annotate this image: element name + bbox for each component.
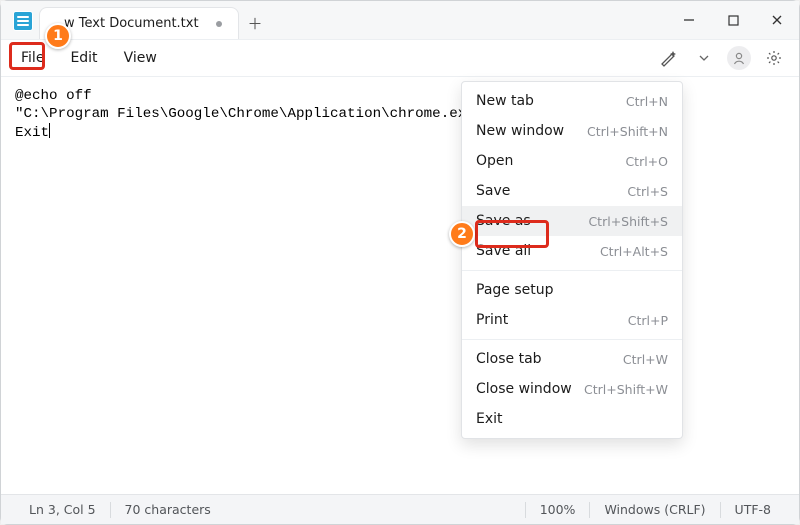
- menu-close-tab[interactable]: Close tab Ctrl+W: [462, 344, 682, 374]
- ai-rewrite-icon[interactable]: [655, 45, 681, 71]
- menu-edit[interactable]: Edit: [58, 45, 109, 71]
- close-button[interactable]: [755, 1, 799, 39]
- status-line-ending: Windows (CRLF): [590, 502, 719, 517]
- titlebar: w Text Document.txt ＋: [1, 1, 799, 39]
- tab-title: w Text Document.txt: [64, 16, 199, 31]
- file-menu-dropdown: New tab Ctrl+N New window Ctrl+Shift+N O…: [461, 81, 683, 439]
- status-zoom[interactable]: 100%: [526, 502, 590, 517]
- menu-file[interactable]: File: [9, 45, 56, 71]
- new-tab-button[interactable]: ＋: [239, 7, 271, 39]
- status-char-count: 70 characters: [111, 502, 225, 517]
- account-avatar-icon[interactable]: [727, 46, 751, 70]
- minimize-button[interactable]: [667, 1, 711, 39]
- menu-close-window[interactable]: Close window Ctrl+Shift+W: [462, 374, 682, 404]
- menubar: File Edit View: [1, 39, 799, 77]
- unsaved-indicator-icon: [216, 21, 222, 27]
- statusbar: Ln 3, Col 5 70 characters 100% Windows (…: [1, 494, 799, 524]
- status-encoding: UTF-8: [721, 502, 785, 517]
- menu-new-window[interactable]: New window Ctrl+Shift+N: [462, 116, 682, 146]
- menu-print[interactable]: Print Ctrl+P: [462, 305, 682, 335]
- document-tab[interactable]: w Text Document.txt: [39, 7, 239, 39]
- menu-save-as[interactable]: Save as Ctrl+Shift+S: [462, 206, 682, 236]
- menu-new-tab[interactable]: New tab Ctrl+N: [462, 86, 682, 116]
- menu-page-setup[interactable]: Page setup: [462, 275, 682, 305]
- app-window: w Text Document.txt ＋ File Edit View: [0, 0, 800, 525]
- text-cursor: [49, 123, 50, 138]
- menu-open[interactable]: Open Ctrl+O: [462, 146, 682, 176]
- maximize-button[interactable]: [711, 1, 755, 39]
- menu-save[interactable]: Save Ctrl+S: [462, 176, 682, 206]
- chevron-down-icon[interactable]: [691, 45, 717, 71]
- menu-separator: [462, 270, 682, 271]
- menu-view[interactable]: View: [112, 45, 169, 71]
- status-cursor-position: Ln 3, Col 5: [15, 502, 110, 517]
- settings-gear-icon[interactable]: [761, 45, 787, 71]
- window-controls: [667, 1, 799, 39]
- text-editor[interactable]: @echo off "C:\Program Files\Google\Chrom…: [1, 77, 799, 494]
- menu-exit[interactable]: Exit: [462, 404, 682, 434]
- notepad-app-icon: [13, 11, 33, 31]
- menu-save-all[interactable]: Save all Ctrl+Alt+S: [462, 236, 682, 266]
- menu-separator: [462, 339, 682, 340]
